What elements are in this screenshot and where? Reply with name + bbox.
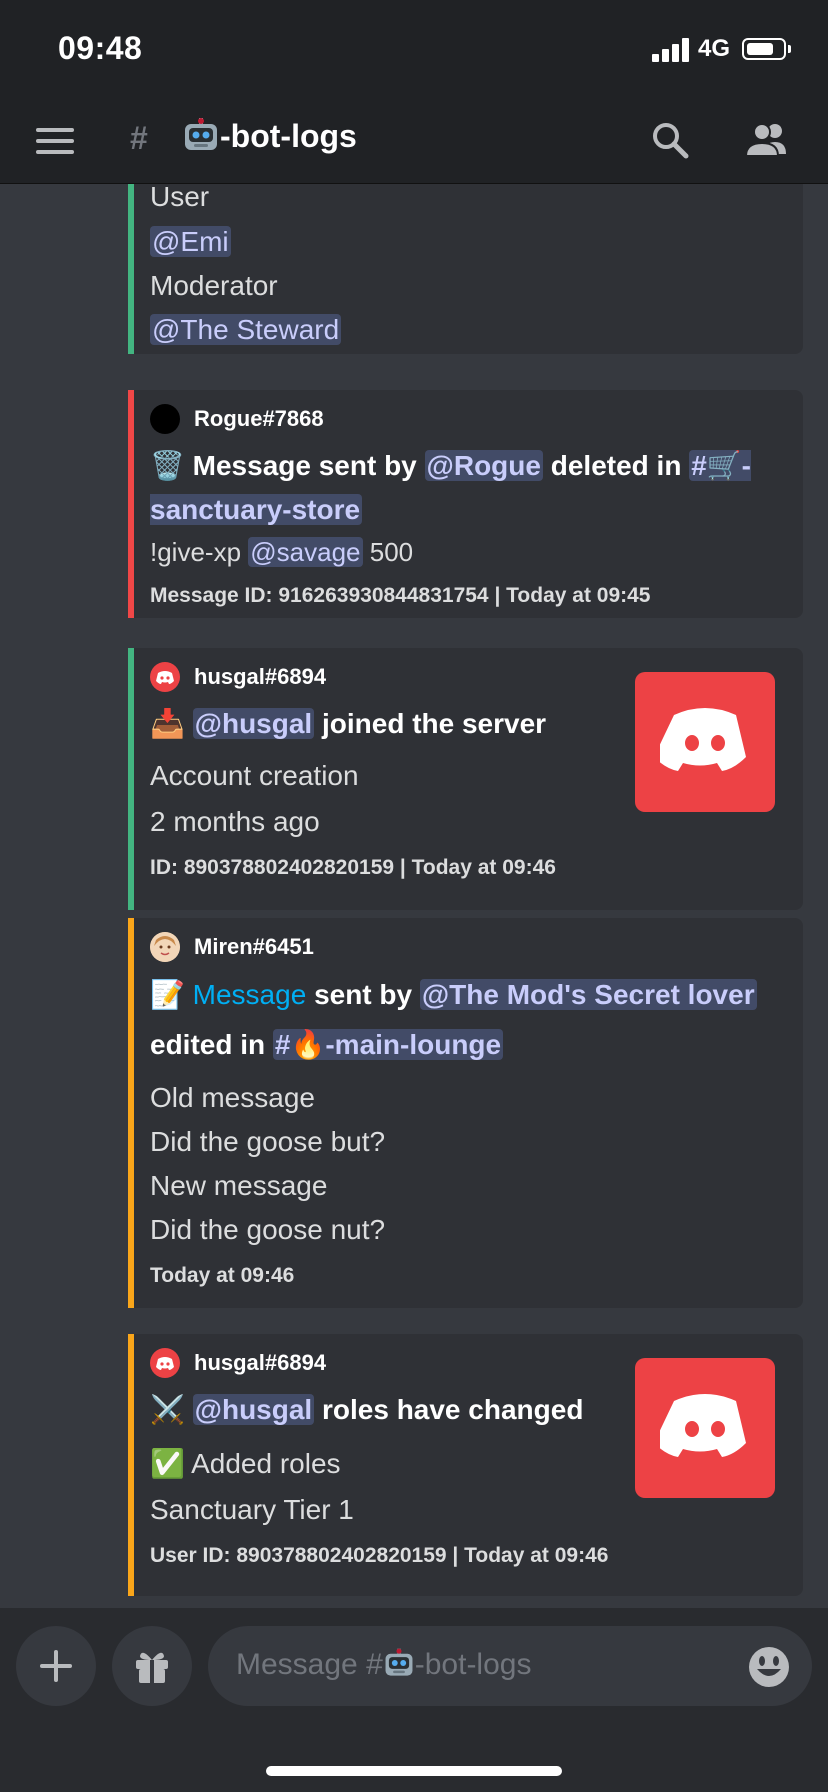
signal-icon (652, 38, 690, 62)
status-time: 09:48 (58, 30, 143, 66)
embed-field-name: User (150, 184, 210, 212)
channel-name: -bot-logs (220, 118, 357, 154)
robot-emoji-icon (185, 118, 217, 150)
gift-button[interactable] (112, 1626, 192, 1706)
user-mention[interactable]: @husgal (192, 708, 315, 739)
discord-logo-icon (660, 1394, 746, 1457)
attach-button[interactable] (16, 1626, 96, 1706)
user-mention[interactable]: @Emi (150, 226, 231, 257)
inbox-tray-emoji-icon: 📥 (150, 708, 185, 739)
embed-thumbnail[interactable] (635, 1358, 775, 1498)
channel-mention[interactable]: #🔥-main-lounge (272, 1029, 504, 1060)
jump-to-message-link[interactable]: Message (193, 979, 307, 1010)
members-icon[interactable] (742, 120, 792, 160)
crossed-swords-emoji-icon: ⚔️ (150, 1394, 185, 1425)
embed-card: Rogue#7868 🗑️ Message sent by @Rogue del… (128, 390, 803, 618)
embed-footer: ID: 890378802402820159 | Today at 09:46 (150, 856, 556, 879)
embed-field-value: Did the goose nut? (150, 1214, 386, 1245)
network-type: 4G (698, 35, 731, 62)
embed-title: 🗑️ Message sent by @Rogue deleted in #🛒-… (150, 450, 751, 525)
message-input[interactable]: Message # -bot-logs (208, 1626, 812, 1706)
author-name[interactable]: Miren#6451 (194, 934, 314, 960)
home-indicator[interactable] (266, 1766, 562, 1776)
embed-author: Rogue#7868 (150, 402, 785, 436)
wastebasket-emoji-icon: 🗑️ (150, 450, 185, 481)
embed-footer: Today at 09:46 (150, 1264, 295, 1287)
embed-field-name: New message (150, 1170, 328, 1201)
embed-description: !give-xp @savage 500 (150, 537, 414, 567)
avatar[interactable] (150, 404, 180, 434)
message-list[interactable]: User @Emi Moderator @The Steward Rogue#7… (0, 184, 828, 1604)
robot-emoji-icon (385, 1648, 413, 1676)
avatar[interactable] (150, 1348, 180, 1378)
embed-footer: Message ID: 916263930844831754 | Today a… (150, 584, 651, 607)
search-icon[interactable] (650, 120, 690, 160)
embed-title: 📝 Message sent by @The Mod's Secret love… (150, 979, 757, 1060)
channel-header: # -bot-logs (0, 100, 828, 184)
battery-icon (742, 38, 786, 60)
user-mention[interactable]: @Rogue (424, 450, 543, 481)
user-mention[interactable]: @savage (248, 537, 363, 567)
embed-thumbnail[interactable] (635, 672, 775, 812)
status-bar: 09:48 4G (0, 0, 828, 100)
message-placeholder: Message # -bot-logs (236, 1648, 532, 1681)
author-name[interactable]: Rogue#7868 (194, 406, 324, 432)
embed-card: husgal#6894 ⚔️ @husgal roles have change… (128, 1334, 803, 1596)
user-mention[interactable]: @husgal (192, 1394, 315, 1425)
message-composer: Message # -bot-logs (0, 1608, 828, 1792)
embed-card: Miren#6451 📝 Message sent by @The Mod's … (128, 918, 803, 1308)
author-name[interactable]: husgal#6894 (194, 1350, 326, 1376)
emoji-picker-icon[interactable] (748, 1646, 790, 1688)
embed-card: User @Emi Moderator @The Steward (128, 184, 803, 354)
embed-field-value: Did the goose but? (150, 1126, 386, 1157)
embed-card: husgal#6894 📥 @husgal joined the server … (128, 648, 803, 910)
gift-icon (136, 1652, 168, 1683)
user-mention[interactable]: @The Steward (150, 314, 342, 345)
author-name[interactable]: husgal#6894 (194, 664, 326, 690)
plus-icon (40, 1650, 72, 1682)
embed-field-name: Old message (150, 1082, 315, 1113)
avatar[interactable] (150, 932, 180, 962)
embed-field-name: Moderator (150, 270, 278, 301)
hamburger-menu-icon[interactable] (36, 126, 74, 156)
discord-logo-icon (660, 708, 746, 771)
embed-footer: User ID: 890378802402820159 | Today at 0… (150, 1544, 609, 1567)
user-mention[interactable]: @The Mod's Secret lover (419, 979, 757, 1010)
channel-title[interactable]: -bot-logs (182, 118, 357, 155)
embed-author: Miren#6451 (150, 930, 785, 964)
private-channel-icon: # (130, 120, 148, 156)
memo-emoji-icon: 📝 (150, 979, 185, 1010)
avatar[interactable] (150, 662, 180, 692)
